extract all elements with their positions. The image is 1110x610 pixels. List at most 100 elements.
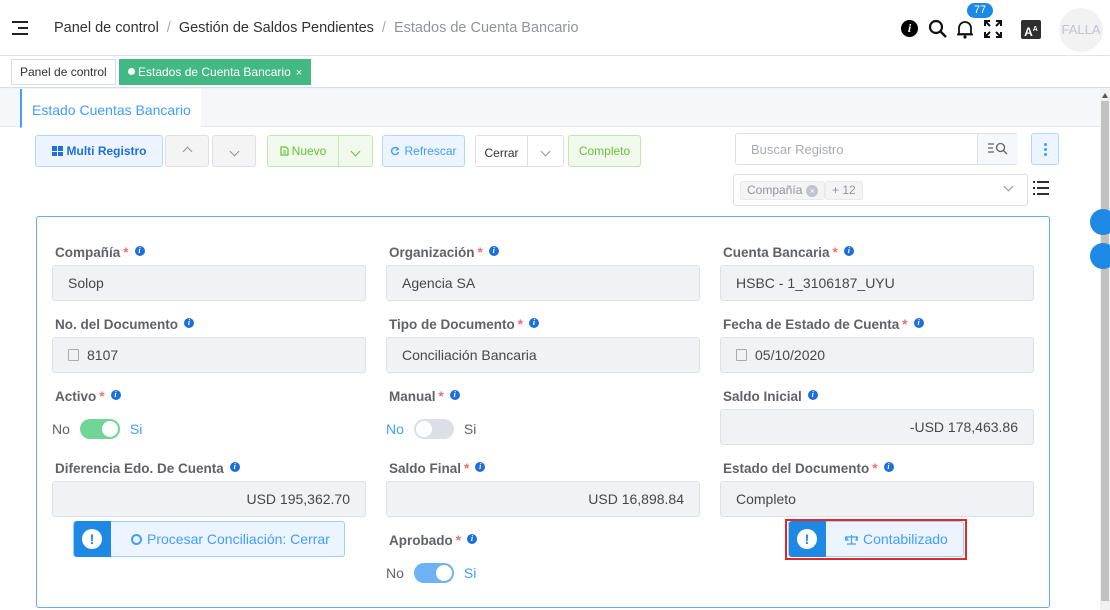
search-icon[interactable] (928, 19, 948, 39)
tags-bar: Panel de control Estados de Cuenta Banca… (0, 56, 1110, 88)
fecha-estado-label: Fecha de Estado de Cuenta * i (723, 317, 924, 332)
chevron-up-icon (182, 146, 192, 157)
no-documento-label: No. del Documento i (55, 317, 195, 332)
breadcrumb-current: Estados de Cuenta Bancario (393, 20, 579, 36)
fullscreen-icon[interactable] (984, 20, 1002, 38)
saldo-final-field[interactable]: USD 16,898.84 (386, 481, 700, 517)
refresh-icon (391, 146, 401, 156)
compania-field[interactable]: Solop (52, 265, 366, 301)
info-icon: i (184, 318, 195, 328)
notification-badge: 77 (967, 3, 993, 18)
scroll-up-icon[interactable] (1102, 93, 1108, 98)
chevron-down-icon (350, 146, 361, 157)
more-options-button[interactable] (1031, 133, 1059, 165)
side-menu-fab-icon[interactable] (1090, 209, 1110, 235)
info-icon: i (488, 246, 499, 256)
scrollbar[interactable] (1100, 89, 1110, 610)
nuevo-button[interactable]: Nuevo (267, 135, 339, 167)
search-button[interactable] (977, 134, 1018, 164)
close-icon[interactable]: × (296, 67, 302, 79)
breadcrumb-panel[interactable]: Panel de control (54, 20, 159, 36)
saldo-inicial-field[interactable]: -USD 178,463.86 (720, 409, 1034, 445)
aprobado-switch-row: No Si (386, 563, 477, 583)
breadcrumb-gestion[interactable]: Gestión de Saldos Pendientes (179, 20, 374, 36)
avatar[interactable]: FALLA (1059, 8, 1103, 52)
tab-estado-cuentas-bancario[interactable]: Estado Cuentas Bancario (20, 89, 201, 128)
translate-icon[interactable]: AA (1021, 20, 1041, 39)
side-zoom-fab-icon[interactable] (1090, 243, 1110, 269)
search-input[interactable] (736, 134, 976, 164)
info-icon: i (134, 246, 145, 256)
saldo-inicial-label: Saldo Inicial i (723, 389, 818, 404)
top-bar: Panel de control / Gestión de Saldos Pendi… (0, 0, 1110, 56)
alert-icon: ! (74, 521, 111, 557)
chevron-down-icon (1003, 181, 1014, 192)
active-dot-icon (128, 68, 135, 75)
organizacion-label: Organización * i (389, 245, 499, 260)
info-icon: i (807, 390, 818, 400)
fecha-estado-field[interactable]: 05/10/2020 (720, 337, 1034, 373)
cuenta-bancaria-field[interactable]: HSBC - 1_3106187_UYU (720, 265, 1034, 301)
cerrar-select[interactable]: Cerrar (475, 135, 528, 167)
estado-documento-label: Estado del Documento * i (723, 461, 894, 476)
grid-icon (51, 146, 63, 156)
info-icon: i (467, 534, 478, 544)
saldo-final-label: Saldo Final * i (389, 461, 486, 476)
breadcrumb: Panel de control / Gestión de Saldos Pendi… (54, 20, 579, 36)
chevron-down-icon (540, 146, 551, 157)
cerrar-dropdown-button[interactable] (527, 135, 564, 167)
activo-label: Activo * i (55, 389, 121, 404)
manual-switch-row: No Si (386, 419, 477, 439)
diferencia-field[interactable]: USD 195,362.70 (52, 481, 366, 517)
filter-count-chip: + 12 (825, 181, 863, 200)
search-box (735, 133, 1018, 165)
multi-registro-button[interactable]: Multi Registro (35, 135, 163, 167)
refrescar-button[interactable]: Refrescar (382, 135, 465, 167)
tipo-documento-label: Tipo de Documento * i (389, 317, 540, 332)
contabilizado-button[interactable]: ! Contabilizado (788, 521, 964, 557)
menu-toggle-icon[interactable] (12, 20, 30, 36)
tab-estados-de-cuenta[interactable]: Estados de Cuenta Bancario × (119, 59, 312, 85)
aprobado-switch[interactable] (413, 563, 454, 583)
manual-label: Manual * i (389, 389, 460, 404)
info-icon[interactable]: i (901, 20, 918, 37)
no-documento-field[interactable]: 8107 (52, 337, 366, 373)
aprobado-label: Aprobado * i (389, 533, 478, 548)
organizacion-field[interactable]: Agencia SA (386, 265, 700, 301)
info-icon: i (529, 318, 540, 328)
info-icon: i (229, 462, 240, 472)
nuevo-dropdown-button[interactable] (338, 135, 373, 167)
procesar-conciliacion-button[interactable]: ! Procesar Conciliación: Cerrar (73, 521, 345, 557)
tab-panel-de-control[interactable]: Panel de control (11, 59, 116, 85)
manual-switch[interactable] (413, 419, 454, 439)
fields-filter-select[interactable]: Compañía × + 12 (733, 174, 1028, 206)
scroll-thumb[interactable] (1101, 101, 1109, 601)
search-list-icon (988, 142, 1008, 155)
filter-chip: Compañía × (740, 181, 826, 200)
info-icon: i (913, 318, 924, 328)
info-icon: i (843, 246, 854, 256)
balance-scale-icon (844, 535, 861, 545)
completo-button[interactable]: Completo (568, 135, 641, 167)
bell-icon[interactable] (956, 19, 974, 39)
cuenta-bancaria-label: Cuenta Bancaria * i (723, 245, 854, 260)
document-icon (68, 349, 79, 361)
document-icon (280, 146, 289, 156)
previous-record-button[interactable] (165, 135, 209, 167)
info-icon: i (110, 390, 121, 400)
chevron-down-icon (229, 146, 239, 157)
list-icon[interactable] (1033, 180, 1049, 196)
calendar-icon (736, 349, 747, 361)
compania-label: Compañía * i (55, 245, 145, 260)
tipo-documento-field[interactable]: Conciliación Bancaria (386, 337, 700, 373)
activo-switch[interactable] (79, 419, 120, 439)
alert-icon: ! (789, 521, 826, 557)
estado-documento-field[interactable]: Completo (720, 481, 1034, 517)
info-icon: i (883, 462, 894, 472)
info-icon: i (475, 462, 486, 472)
activo-switch-row: No Si (52, 419, 143, 439)
subtab-strip: Estado Cuentas Bancario (0, 89, 1100, 128)
close-icon[interactable]: × (806, 185, 819, 197)
next-record-button[interactable] (212, 135, 256, 167)
diferencia-label: Diferencia Edo. De Cuenta i (55, 461, 240, 476)
